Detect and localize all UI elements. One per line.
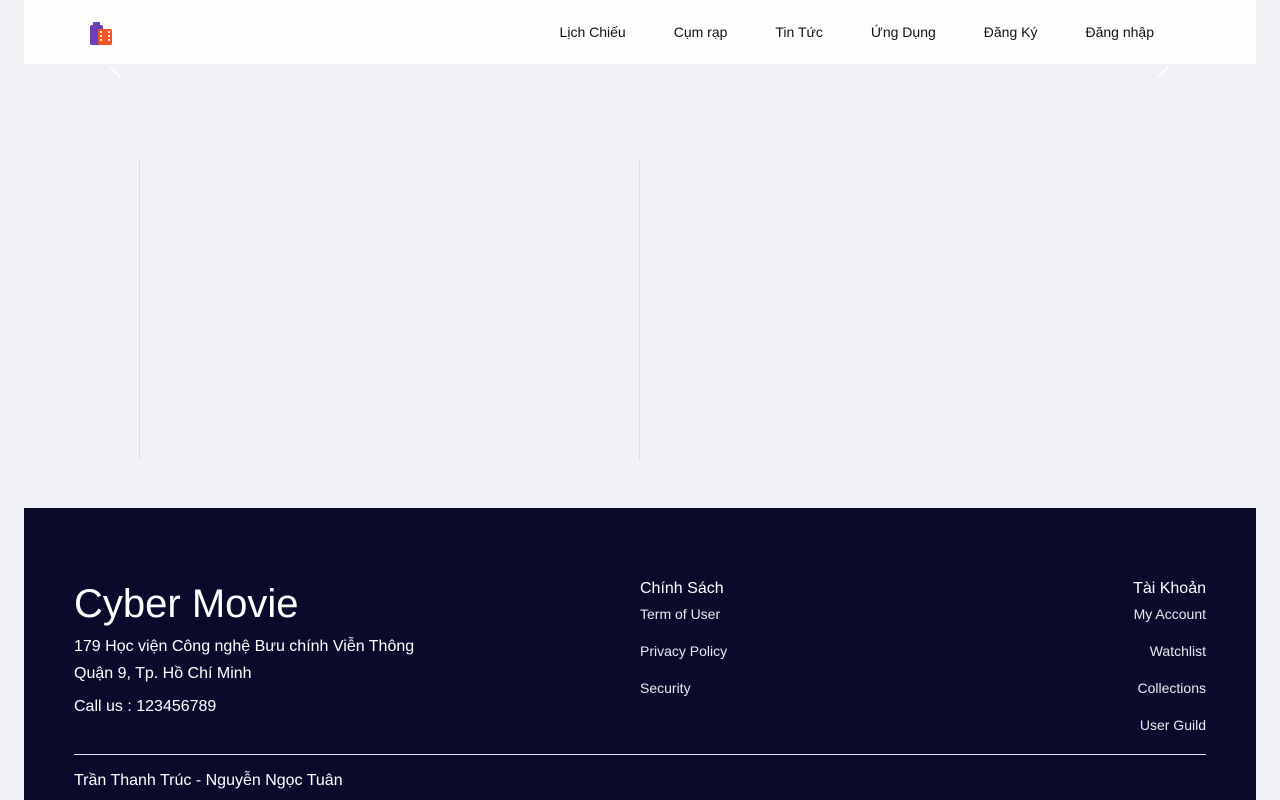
footer-link-my-account[interactable]: My Account [1133,605,1206,623]
footer-account-column: Tài Khoản My Account Watchlist Collectio… [1133,578,1206,753]
footer-account-title: Tài Khoản [1133,580,1206,597]
footer-link-term-of-user[interactable]: Term of User [640,605,727,623]
footer-link-security[interactable]: Security [640,679,727,697]
footer-address: 179 Học viện Công nghệ Bưu chính Viễn Th… [74,633,414,687]
footer-phone: Call us : 123456789 [74,698,217,715]
page: Lịch Chiếu Cụm rạp Tin Tức Ứng Dụng Đăng… [24,0,1256,800]
nav-item-dang-ky[interactable]: Đăng Ký [960,0,1062,64]
footer-link-watchlist[interactable]: Watchlist [1133,642,1206,660]
film-reel-icon[interactable] [89,22,113,48]
site-header: Lịch Chiếu Cụm rạp Tin Tức Ứng Dụng Đăng… [24,0,1256,64]
address-line: 179 Học viện Công nghệ Bưu chính Viễn Th… [74,638,415,655]
main-nav: Lịch Chiếu Cụm rạp Tin Tức Ứng Dụng Đăng… [536,0,1256,64]
footer-brand-title: Cyber Movie [74,582,299,626]
nav-item-dang-nhap[interactable]: Đăng nhập [1061,0,1256,64]
footer-link-privacy-policy[interactable]: Privacy Policy [640,642,727,660]
nav-item-tin-tuc[interactable]: Tin Tức [751,0,847,64]
column-divider [639,160,640,460]
nav-item-cum-rap[interactable]: Cụm rạp [650,0,752,64]
main-content [24,64,1256,508]
nav-item-ung-dung[interactable]: Ứng Dụng [847,0,960,64]
footer-policy-title: Chính Sách [640,580,724,597]
column-divider [139,160,140,460]
footer-link-collections[interactable]: Collections [1133,679,1206,697]
site-footer: Cyber Movie 179 Học viện Công nghệ Bưu c… [24,508,1256,800]
footer-link-user-guild[interactable]: User Guild [1133,716,1206,734]
footer-policy-column: Chính Sách Term of User Privacy Policy S… [640,578,727,716]
nav-item-lich-chieu[interactable]: Lịch Chiếu [536,0,650,64]
footer-credits: Trần Thanh Trúc - Nguyễn Ngọc Tuân [74,772,343,789]
address-line: Quận 9, Tp. Hồ Chí Minh [74,665,252,682]
footer-divider [74,754,1206,755]
